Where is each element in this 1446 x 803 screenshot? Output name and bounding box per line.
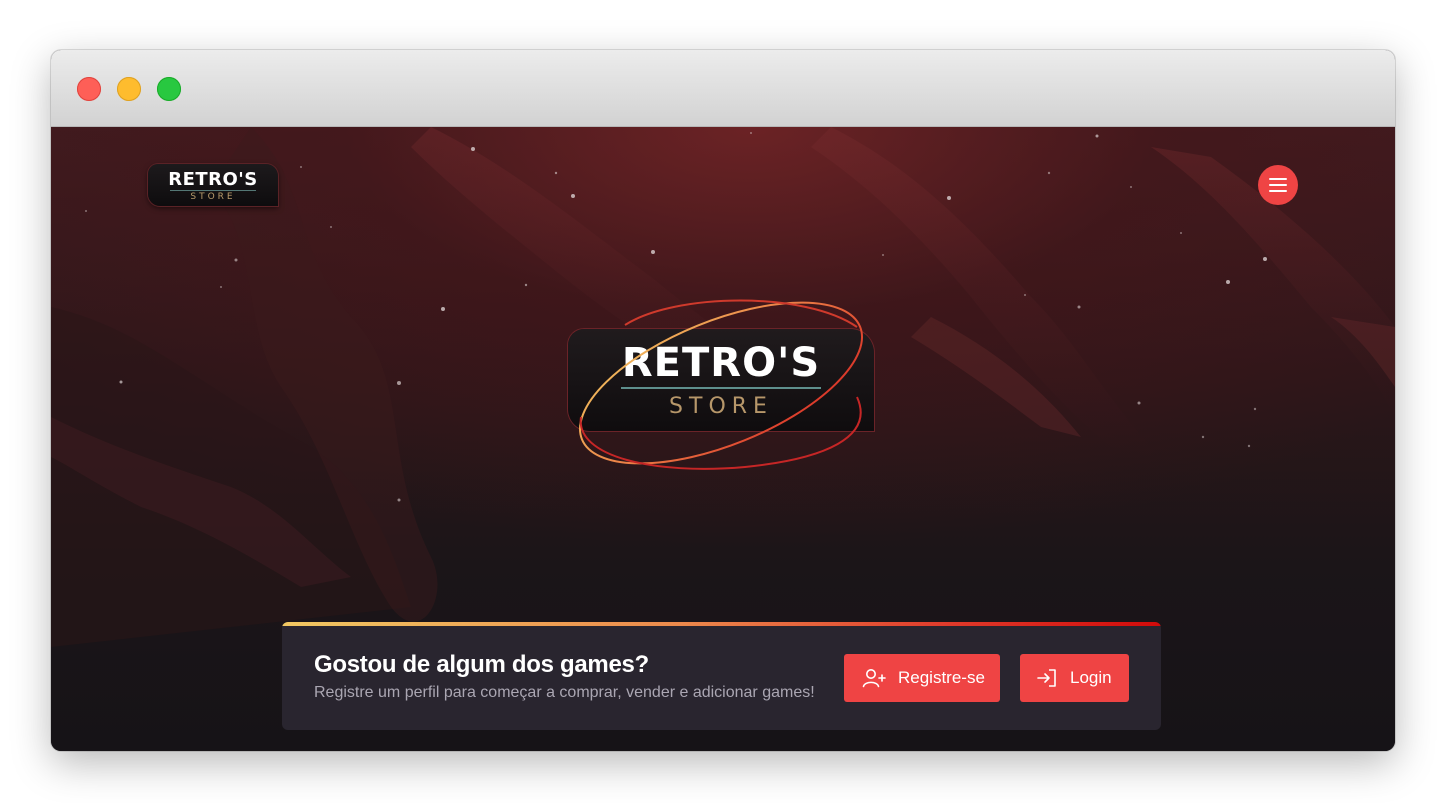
close-window-button[interactable] [77,77,101,101]
register-button[interactable]: Registre-se [844,654,1000,702]
user-plus-icon [862,669,886,688]
header-logo-title: RETRO'S [168,169,258,190]
cta-gradient-bar [282,622,1161,626]
register-cta-panel: Gostou de algum dos games? Registre um p… [282,622,1161,730]
login-button-label: Login [1070,668,1112,687]
menu-button[interactable] [1258,165,1298,205]
browser-window: RETRO'S STORE RETRO'S STORE Gostou de al… [51,50,1395,751]
maximize-window-button[interactable] [157,77,181,101]
login-button[interactable]: Login [1020,654,1129,702]
register-button-label: Registre-se [898,668,985,687]
orbit-rings-icon [578,299,864,470]
hero-logo: RETRO'S STORE [565,297,877,473]
header-logo-divider [170,190,256,191]
header-logo-subtitle: STORE [190,192,236,202]
cta-title: Gostou de algum dos games? [314,651,649,678]
header-logo[interactable]: RETRO'S STORE [148,164,278,206]
cta-subtitle: Registre um perfil para começar a compra… [314,684,815,701]
minimize-window-button[interactable] [117,77,141,101]
window-titlebar [51,50,1395,127]
page-viewport: RETRO'S STORE RETRO'S STORE Gostou de al… [51,127,1395,751]
login-icon [1037,669,1056,687]
